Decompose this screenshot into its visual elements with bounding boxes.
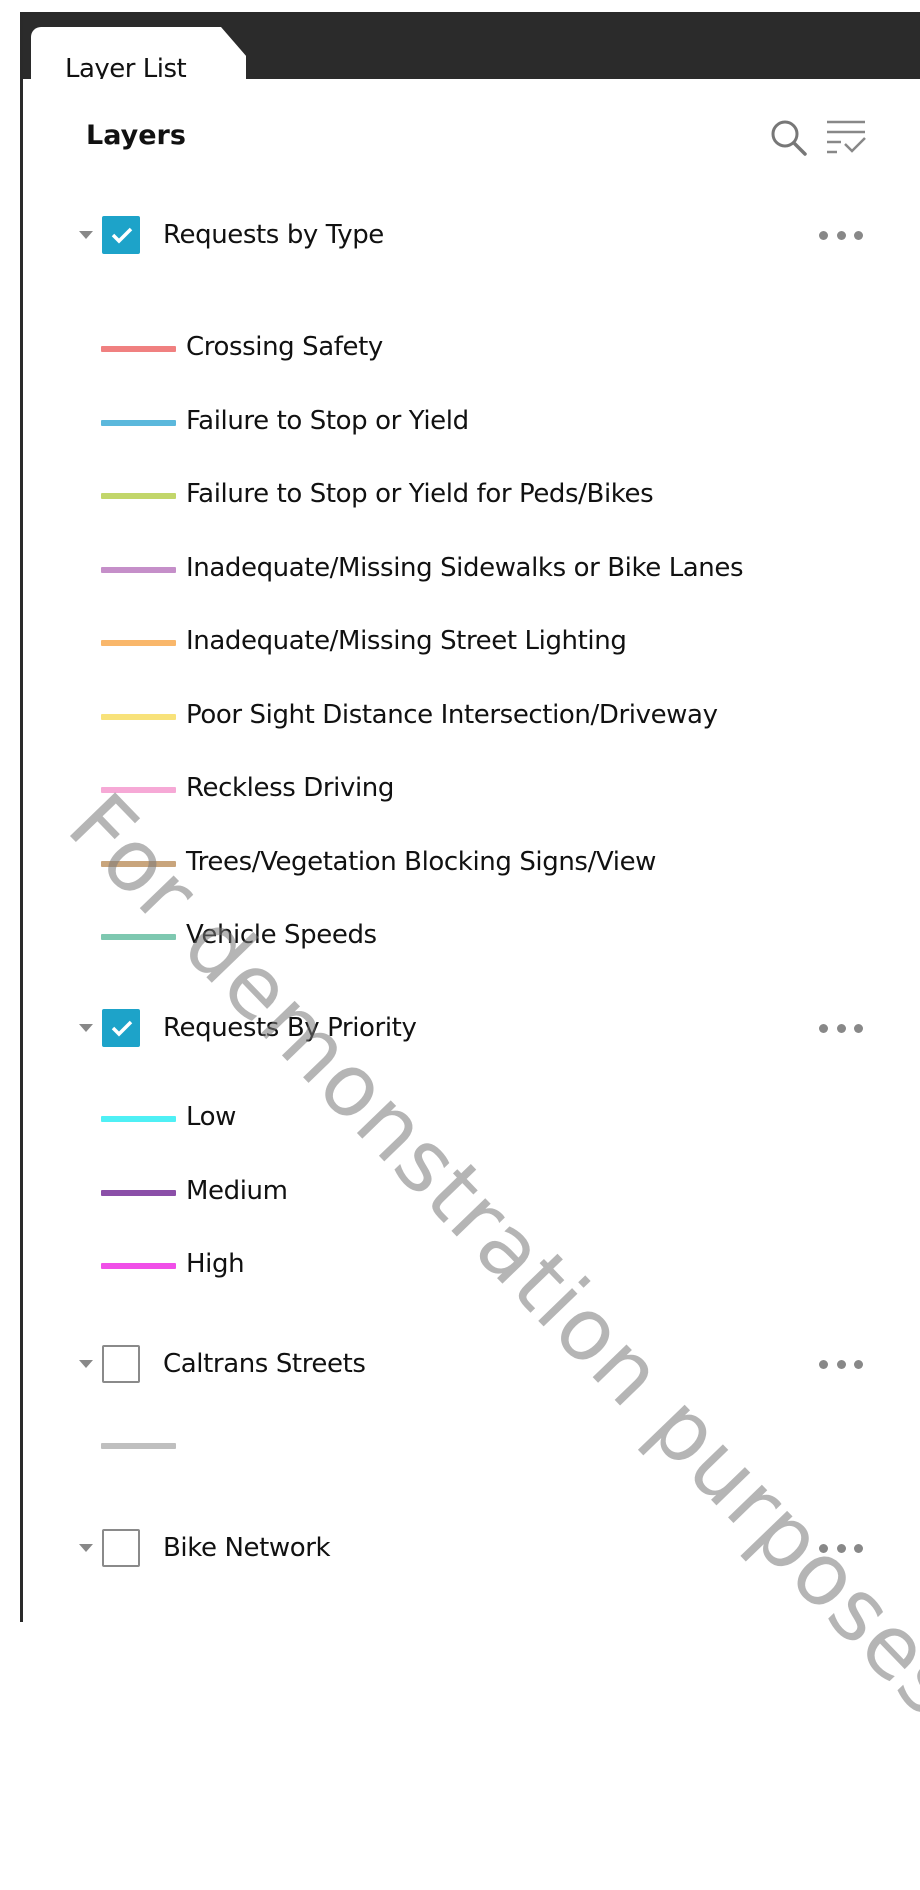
legend-label: Failure to Stop or Yield for Peds/Bikes (186, 479, 654, 509)
layer-row[interactable]: Bike Network (23, 1525, 920, 1575)
layer-visibility-checkbox[interactable] (102, 1009, 140, 1047)
legend-swatch (101, 1443, 176, 1449)
search-icon[interactable] (769, 118, 809, 158)
checkmark-icon (111, 1020, 133, 1037)
tab-layer-list[interactable]: Layer List (31, 27, 246, 79)
legend-item: Failure to Stop or Yield (23, 402, 920, 442)
legend-swatch (101, 787, 176, 793)
legend-swatch (101, 419, 176, 426)
caret-down-icon[interactable] (79, 1544, 93, 1552)
layer-list-panel: Layer List Layers Requests by Type Crossi… (20, 12, 920, 1890)
more-options-icon[interactable] (819, 1544, 863, 1554)
legend-label: Low (186, 1102, 237, 1132)
legend-swatch (101, 1189, 176, 1196)
legend-item (23, 1425, 920, 1465)
legend-item: Inadequate/Missing Street Lighting (23, 622, 920, 662)
panel-header: Layers (23, 110, 920, 160)
legend-item: Inadequate/Missing Sidewalks or Bike Lan… (23, 549, 920, 589)
legend-item: Medium (23, 1172, 920, 1212)
legend-swatch (101, 1116, 176, 1122)
legend-label: Trees/Vegetation Blocking Signs/View (186, 846, 657, 877)
legend-label: Poor Sight Distance Intersection/Drivewa… (186, 699, 718, 730)
layer-visibility-checkbox[interactable] (102, 1529, 140, 1567)
legend-label: Failure to Stop or Yield (186, 405, 469, 436)
legend-item: Crossing Safety (23, 328, 920, 368)
legend-swatch (101, 713, 176, 720)
more-options-icon[interactable] (819, 1024, 863, 1034)
legend-swatch (101, 566, 176, 573)
layer-title: Requests by Type (163, 220, 384, 250)
filter-list-icon[interactable] (823, 116, 869, 160)
legend-swatch (101, 1263, 176, 1269)
legend-item: Reckless Driving (23, 769, 920, 809)
legend-label: Crossing Safety (186, 332, 383, 362)
legend-label: Medium (186, 1175, 288, 1206)
legend-label: Inadequate/Missing Street Lighting (186, 626, 627, 656)
legend-item: High (23, 1245, 920, 1285)
legend-label: Reckless Driving (186, 773, 394, 803)
checkmark-icon (111, 227, 133, 244)
tab-bar: Layer List (23, 15, 920, 79)
legend-swatch (101, 346, 176, 352)
more-options-icon[interactable] (819, 231, 863, 241)
legend-item: Low (23, 1098, 920, 1138)
legend-label: Vehicle Speeds (186, 920, 377, 950)
legend-swatch (101, 860, 176, 867)
legend-label: Inadequate/Missing Sidewalks or Bike Lan… (186, 552, 744, 583)
more-options-icon[interactable] (819, 1360, 863, 1370)
caret-down-icon[interactable] (79, 1024, 93, 1032)
legend-item: Vehicle Speeds (23, 916, 920, 956)
legend-swatch (101, 640, 176, 646)
layer-row[interactable]: Requests by Type (23, 212, 920, 262)
layer-visibility-checkbox[interactable] (102, 1345, 140, 1383)
legend-item: Trees/Vegetation Blocking Signs/View (23, 843, 920, 883)
legend-item: Failure to Stop or Yield for Peds/Bikes (23, 475, 920, 515)
layer-row[interactable]: Caltrans Streets (23, 1341, 920, 1391)
layer-title: Bike Network (163, 1533, 331, 1563)
legend-swatch (101, 934, 176, 940)
caret-down-icon[interactable] (79, 1360, 93, 1368)
panel-title: Layers (86, 120, 186, 151)
caret-down-icon[interactable] (79, 231, 93, 239)
layer-visibility-checkbox[interactable] (102, 216, 140, 254)
legend-item: Poor Sight Distance Intersection/Drivewa… (23, 696, 920, 736)
legend-swatch (101, 493, 176, 499)
layer-row[interactable]: Requests By Priority (23, 1005, 920, 1055)
layer-title: Requests By Priority (163, 1013, 417, 1043)
legend-label: High (186, 1249, 245, 1279)
tab-label: Layer List (65, 54, 187, 84)
layer-title: Caltrans Streets (163, 1349, 366, 1379)
